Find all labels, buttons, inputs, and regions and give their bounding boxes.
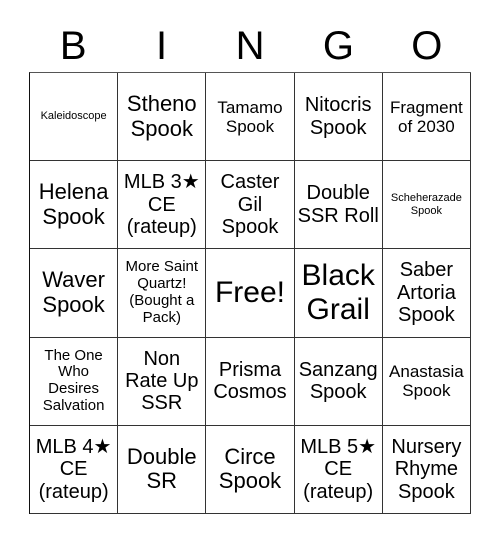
bingo-cell[interactable]: MLB 4★ CE (rateup) bbox=[30, 425, 119, 514]
bingo-cell[interactable]: Black Grail bbox=[294, 249, 383, 338]
bingo-cell[interactable]: Sanzang Spook bbox=[294, 337, 383, 426]
bingo-cell[interactable]: MLB 3★ CE (rateup) bbox=[118, 161, 207, 250]
bingo-cell[interactable]: Nitocris Spook bbox=[294, 73, 383, 162]
bingo-cell[interactable]: Caster Gil Spook bbox=[206, 161, 295, 250]
header-letter-o: O bbox=[411, 24, 443, 68]
bingo-cell[interactable]: Waver Spook bbox=[30, 249, 119, 338]
bingo-grid: Kaleidoscope Stheno Spook Tamamo Spook N… bbox=[29, 72, 471, 514]
bingo-cell[interactable]: Helena Spook bbox=[30, 161, 119, 250]
free-space-cell[interactable]: Free! bbox=[206, 249, 295, 338]
header-letter-b: B bbox=[59, 24, 87, 68]
bingo-cell[interactable]: Tamamo Spook bbox=[206, 73, 295, 162]
bingo-cell[interactable]: Anastasia Spook bbox=[382, 337, 471, 426]
bingo-cell[interactable]: More Saint Quartz! (Bought a Pack) bbox=[118, 249, 207, 338]
bingo-cell[interactable]: Kaleidoscope bbox=[30, 73, 119, 162]
bingo-cell[interactable]: Double SSR Roll bbox=[294, 161, 383, 250]
bingo-cell[interactable]: The One Who Desires Salvation bbox=[30, 337, 119, 426]
header-letter-n: N bbox=[235, 24, 265, 68]
header-letter-i: I bbox=[156, 24, 168, 68]
bingo-header: B I N G O bbox=[29, 20, 471, 72]
bingo-cell[interactable]: Nursery Rhyme Spook bbox=[382, 425, 471, 514]
bingo-cell[interactable]: MLB 5★ CE (rateup) bbox=[294, 425, 383, 514]
bingo-cell[interactable]: Saber Artoria Spook bbox=[382, 249, 471, 338]
bingo-cell[interactable]: Circe Spook bbox=[206, 425, 295, 514]
header-letter-g: G bbox=[322, 24, 354, 68]
bingo-cell[interactable]: Scheherazade Spook bbox=[382, 161, 471, 250]
bingo-cell[interactable]: Double SR bbox=[118, 425, 207, 514]
bingo-cell[interactable]: Stheno Spook bbox=[118, 73, 207, 162]
bingo-cell[interactable]: Prisma Cosmos bbox=[206, 337, 295, 426]
bingo-cell[interactable]: Fragment of 2030 bbox=[382, 73, 471, 162]
bingo-cell[interactable]: Non Rate Up SSR bbox=[118, 337, 207, 426]
